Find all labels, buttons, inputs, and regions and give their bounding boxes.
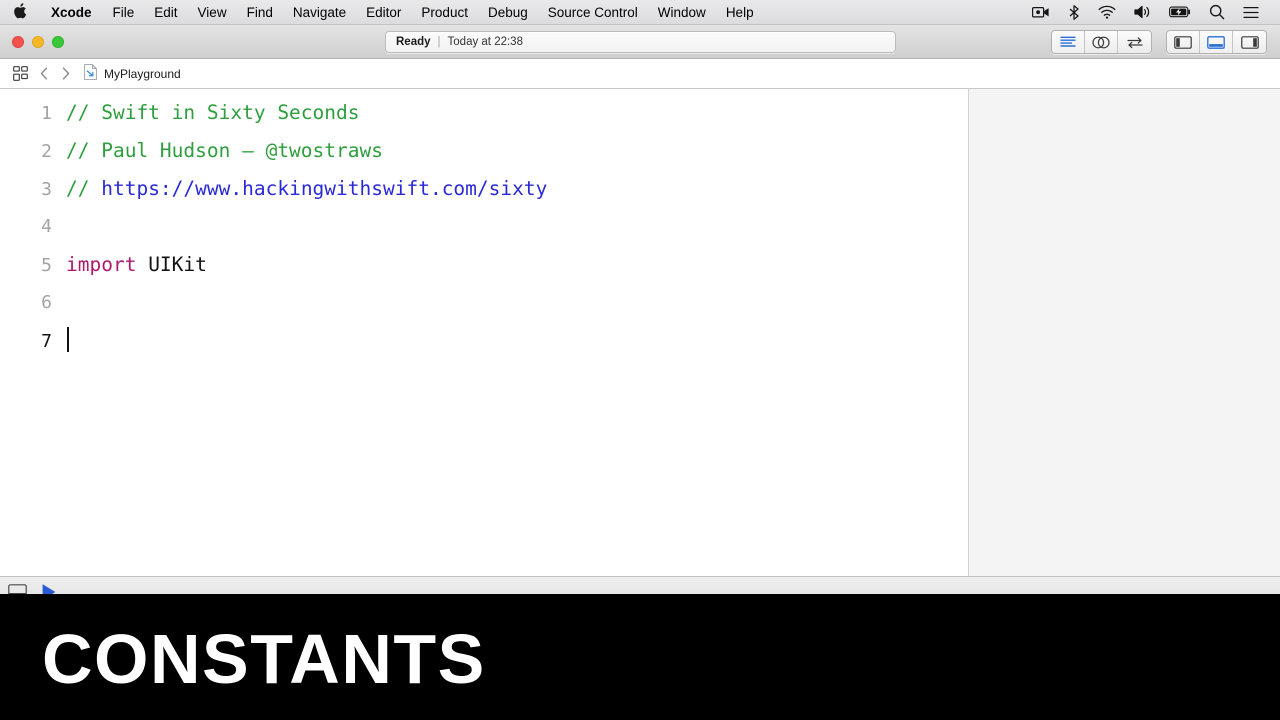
line-number: 5: [41, 255, 52, 276]
line-content: // Paul Hudson — @twostraws: [66, 132, 968, 170]
related-items-icon[interactable]: [7, 66, 33, 81]
line-content: // https://www.hackingwithswift.com/sixt…: [66, 170, 968, 208]
xcode-window: Xcode File Edit View Find Navigate Edito…: [0, 0, 1280, 720]
chevron-right-icon[interactable]: [55, 67, 77, 80]
code-line-4: 4: [0, 208, 968, 246]
menu-item-editor[interactable]: Editor: [356, 0, 411, 24]
jump-bar: MyPlayground: [0, 59, 1280, 89]
menu-item-help[interactable]: Help: [716, 0, 764, 24]
code-token-identifier: UIKit: [136, 253, 207, 276]
line-number-active: 7: [41, 331, 52, 352]
apple-logo-icon[interactable]: [0, 0, 40, 23]
line-content: [66, 322, 968, 360]
breadcrumb-file-name: MyPlayground: [104, 66, 181, 81]
debug-area-toggle-icon[interactable]: [1200, 31, 1233, 53]
inspector-toggle-icon[interactable]: [1233, 31, 1266, 53]
code-token-keyword: import: [66, 253, 137, 276]
overlay-title-text: CONSTANTS: [42, 620, 486, 698]
menu-item-debug[interactable]: Debug: [478, 0, 538, 24]
playground-results-sidebar: [968, 89, 1280, 576]
text-cursor: [67, 327, 69, 352]
line-number: 1: [41, 103, 52, 124]
menu-item-source-control[interactable]: Source Control: [538, 0, 648, 24]
bluetooth-icon[interactable]: [1059, 0, 1089, 24]
wifi-icon[interactable]: [1089, 0, 1125, 24]
code-line-7: 7: [0, 322, 968, 360]
code-token-url[interactable]: https://www.hackingwithswift.com/sixty: [101, 177, 547, 200]
menu-bar-items: Xcode File Edit View Find Navigate Edito…: [0, 0, 764, 24]
playground-file-icon: [84, 63, 98, 83]
code-line-1: 1 // Swift in Sixty Seconds: [0, 94, 968, 132]
chevron-left-icon[interactable]: [33, 67, 55, 80]
activity-status-text: Ready: [396, 36, 431, 48]
activity-separator: |: [437, 36, 441, 48]
zoom-button[interactable]: [52, 35, 64, 48]
volume-icon[interactable]: [1125, 0, 1160, 24]
menu-item-navigate[interactable]: Navigate: [283, 0, 356, 24]
line-content: import UIKit: [66, 246, 968, 284]
battery-charging-icon[interactable]: [1160, 0, 1200, 24]
control-center-icon[interactable]: [1234, 0, 1268, 24]
code-token-comment: // Paul Hudson — @twostraws: [66, 139, 383, 162]
screen-recording-icon[interactable]: [1023, 0, 1059, 24]
assistant-editor-icon[interactable]: [1085, 31, 1118, 53]
line-content: // Swift in Sixty Seconds: [66, 94, 968, 132]
source-code-editor[interactable]: 1 // Swift in Sixty Seconds 2 // Paul Hu…: [0, 89, 968, 576]
code-line-6: 6: [0, 284, 968, 322]
menu-item-window[interactable]: Window: [648, 0, 716, 24]
version-editor-icon[interactable]: [1118, 31, 1151, 53]
navigator-toggle-icon[interactable]: [1167, 31, 1200, 53]
close-button[interactable]: [12, 35, 24, 48]
macos-menu-bar: Xcode File Edit View Find Navigate Edito…: [0, 0, 1280, 25]
standard-editor-icon[interactable]: [1052, 31, 1085, 53]
code-token-comment: // Swift in Sixty Seconds: [66, 101, 360, 124]
line-number: 2: [41, 141, 52, 162]
panel-toggle-segmented-control: [1166, 30, 1267, 54]
code-line-3: 3 // https://www.hackingwithswift.com/si…: [0, 170, 968, 208]
line-number: 6: [41, 292, 52, 313]
code-lines: 1 // Swift in Sixty Seconds 2 // Paul Hu…: [0, 89, 968, 360]
activity-timestamp: Today at 22:38: [447, 36, 523, 48]
menu-item-file[interactable]: File: [103, 0, 145, 24]
menu-item-find[interactable]: Find: [237, 0, 283, 24]
code-line-5: 5 import UIKit: [0, 246, 968, 284]
editor-area: 1 // Swift in Sixty Seconds 2 // Paul Hu…: [0, 89, 1280, 576]
code-token-comment: //: [66, 177, 102, 200]
menu-item-edit[interactable]: Edit: [144, 0, 187, 24]
menu-item-xcode[interactable]: Xcode: [40, 0, 103, 24]
activity-status-view[interactable]: Ready | Today at 22:38: [385, 31, 896, 53]
spotlight-search-icon[interactable]: [1200, 0, 1234, 24]
minimize-button[interactable]: [32, 35, 44, 48]
menu-item-view[interactable]: View: [188, 0, 237, 24]
menu-item-product[interactable]: Product: [411, 0, 478, 24]
menu-bar-status-items: [1023, 0, 1272, 24]
breadcrumb[interactable]: MyPlayground: [77, 63, 181, 83]
traffic-lights: [0, 35, 64, 48]
code-line-2: 2 // Paul Hudson — @twostraws: [0, 132, 968, 170]
toolbar-right-controls: [1051, 30, 1267, 54]
line-number: 4: [41, 216, 52, 237]
video-title-overlay: CONSTANTS: [0, 594, 1280, 720]
editor-mode-segmented-control: [1051, 30, 1152, 54]
line-number: 3: [41, 179, 52, 200]
